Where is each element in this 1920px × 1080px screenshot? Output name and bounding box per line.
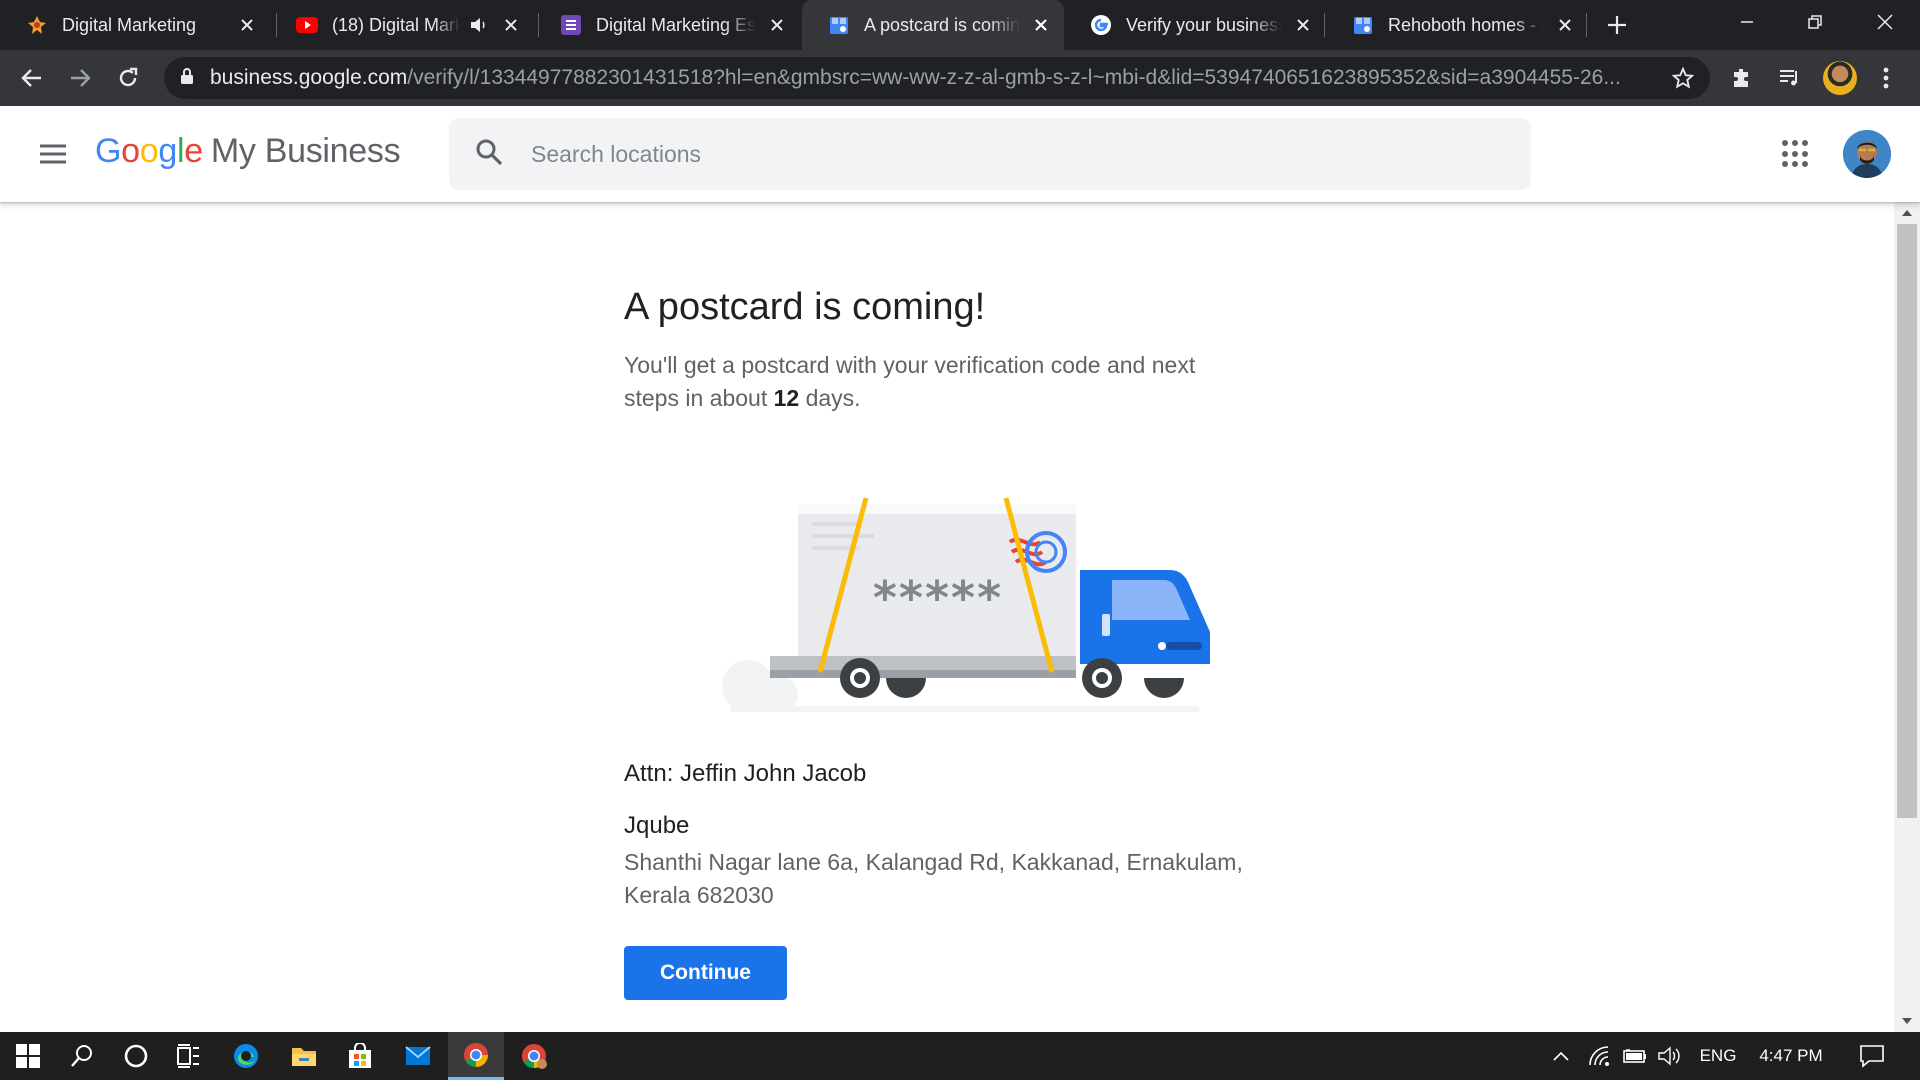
account-avatar[interactable] — [1843, 130, 1891, 178]
google-apps-icon[interactable] — [1782, 140, 1810, 168]
scroll-down-arrow-icon[interactable] — [1898, 1012, 1916, 1030]
more-menu-icon[interactable] — [1870, 62, 1902, 94]
network-icon[interactable] — [1584, 1032, 1614, 1080]
restore-button[interactable] — [1782, 0, 1848, 44]
extensions-icon[interactable] — [1726, 62, 1758, 94]
continue-button[interactable]: Continue — [624, 946, 787, 1000]
code-mask-text: ***** — [873, 571, 1003, 625]
close-icon[interactable] — [500, 14, 522, 36]
battery-icon[interactable] — [1620, 1032, 1650, 1080]
star-icon[interactable] — [1671, 66, 1695, 94]
forms-icon — [560, 14, 582, 36]
google-my-business-logo[interactable]: Google My Business — [95, 132, 401, 171]
mail-icon[interactable] — [390, 1032, 446, 1080]
search-locations-input[interactable] — [531, 140, 1431, 168]
close-icon[interactable] — [236, 14, 258, 36]
youtube-icon — [296, 14, 318, 36]
app-header: Google My Business — [0, 106, 1920, 202]
attention-name: Attn: Jeffin John Jacob — [624, 760, 867, 787]
windows-start-icon[interactable] — [0, 1032, 56, 1080]
close-icon[interactable] — [1030, 14, 1052, 36]
page-scrollbar-thumb[interactable] — [1897, 224, 1917, 818]
days-count: 12 — [773, 385, 800, 411]
tab-digital-marketing[interactable]: Digital Marketing — [0, 0, 270, 50]
reload-button[interactable] — [112, 62, 144, 94]
tab-verify-business[interactable]: Verify your business — [1064, 0, 1326, 50]
clock[interactable]: 4:47 PM — [1752, 1032, 1830, 1080]
language-indicator[interactable]: ENG — [1690, 1032, 1746, 1080]
cortana-icon[interactable] — [108, 1032, 164, 1080]
tab-youtube[interactable]: (18) Digital Mark — [270, 0, 534, 50]
browser-tab-strip: Digital Marketing (18) Digital Mark Digi… — [0, 0, 1920, 50]
postcard-description: You'll get a postcard with your verifica… — [624, 352, 1196, 411]
close-icon[interactable] — [1292, 14, 1314, 36]
search-icon[interactable] — [475, 138, 503, 171]
forward-button[interactable] — [64, 62, 96, 94]
url-text: business.google.com/verify/l/13344977882… — [210, 66, 1621, 89]
business-address: Shanthi Nagar lane 6a, Kalangad Rd, Kakk… — [624, 849, 1243, 908]
browser-toolbar: business.google.com/verify/l/13344977882… — [0, 50, 1920, 106]
media-control-icon[interactable] — [1774, 62, 1806, 94]
search-icon[interactable] — [54, 1032, 110, 1080]
edge-icon[interactable] — [218, 1032, 274, 1080]
notifications-icon[interactable] — [1852, 1032, 1892, 1080]
windows-taskbar: ENG 4:47 PM — [0, 1032, 1920, 1080]
my-business-icon — [1352, 14, 1374, 36]
tab-forms[interactable]: Digital Marketing Ess — [534, 0, 800, 50]
chrome-icon[interactable] — [448, 1032, 504, 1080]
postcard-truck-illustration: ***** — [722, 497, 1210, 712]
close-icon[interactable] — [766, 14, 788, 36]
profile-avatar[interactable] — [1823, 61, 1857, 95]
close-window-button[interactable] — [1852, 0, 1918, 44]
google-g-icon — [1090, 14, 1112, 36]
show-hidden-icons-icon[interactable] — [1546, 1032, 1576, 1080]
task-view-icon[interactable] — [160, 1032, 216, 1080]
address-bar[interactable]: business.google.com/verify/l/13344977882… — [164, 57, 1710, 99]
tab-rehoboth[interactable]: Rehoboth homes - D — [1326, 0, 1588, 50]
page-title: A postcard is coming! — [624, 286, 986, 328]
new-tab-button[interactable] — [1604, 12, 1630, 38]
tab-postcard-active[interactable]: A postcard is coming — [802, 0, 1064, 50]
minimize-button[interactable] — [1714, 0, 1780, 44]
main-menu-icon[interactable] — [36, 138, 70, 170]
file-explorer-icon[interactable] — [276, 1032, 332, 1080]
microsoft-store-icon[interactable] — [332, 1032, 388, 1080]
search-bar — [449, 118, 1531, 190]
my-business-icon — [828, 14, 850, 36]
volume-icon[interactable] — [1654, 1032, 1684, 1080]
close-icon[interactable] — [1554, 14, 1576, 36]
back-button[interactable] — [16, 62, 48, 94]
scroll-up-arrow-icon[interactable] — [1898, 204, 1916, 222]
chrome-profile-icon[interactable] — [506, 1032, 562, 1080]
business-name: Jqube — [624, 812, 690, 839]
lock-icon[interactable] — [180, 67, 194, 90]
main-content: A postcard is coming! You'll get a postc… — [0, 202, 1894, 1032]
orange-brand-icon — [26, 14, 48, 36]
speaker-icon[interactable] — [468, 14, 490, 36]
